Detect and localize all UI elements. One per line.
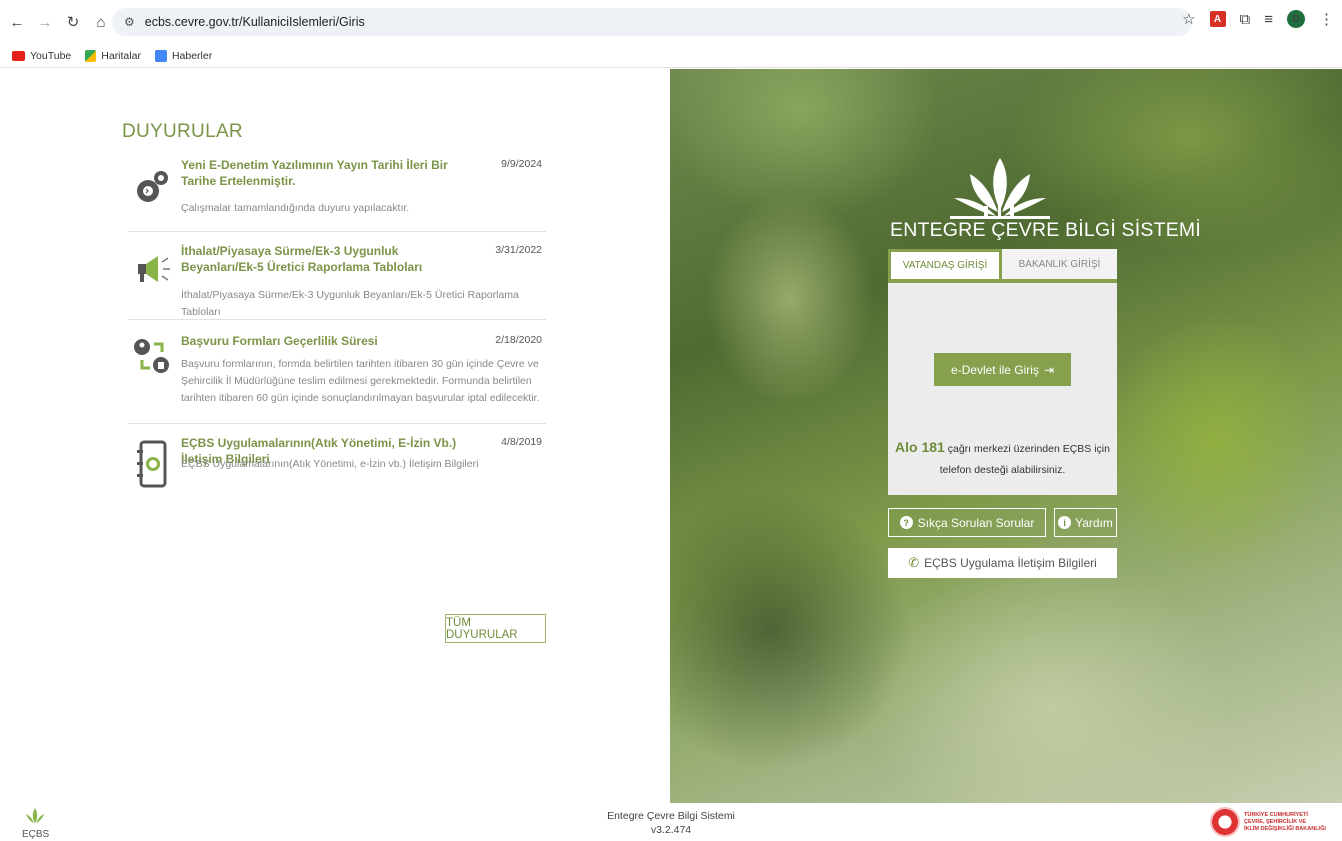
edevlet-login-button[interactable]: e-Devlet ile Giriş ⇥ [934, 353, 1071, 386]
youtube-icon [12, 50, 25, 61]
transfer-icon [134, 339, 169, 373]
tab-citizen-login[interactable]: VATANDAŞ GİRİŞİ [888, 249, 1002, 282]
bookmarks-bar: YouTube Haritalar Haberler [0, 44, 1342, 68]
login-tabs: BAKANLIK GİRİŞİ VATANDAŞ GİRİŞİ [888, 249, 1117, 283]
browser-toolbar: ← → ↻ ⌂ ⚙ ecbs.cevre.gov.tr/KullaniciIsl… [0, 0, 1342, 44]
faq-button[interactable]: ? Sıkça Sorulan Sorular [888, 508, 1046, 537]
phonebook-icon [137, 440, 167, 488]
contact-info-button[interactable]: ✆ EÇBS Uygulama İletişim Bilgileri [888, 548, 1117, 578]
announcement-item[interactable]: Başvuru Formları Geçerlilik Süresi 2/18/… [128, 320, 546, 424]
bookmark-haritalar[interactable]: Haritalar [85, 49, 141, 62]
footer-logo-text: EÇBS [22, 829, 50, 840]
tab-ministry-login[interactable]: BAKANLIK GİRİŞİ [1002, 249, 1117, 282]
announcement-desc: Başvuru formlarının, formda belirtilen t… [181, 358, 540, 404]
announcement-date: 3/31/2022 [495, 244, 542, 256]
footer-version: v3.2.474 [650, 824, 692, 836]
announcement-title[interactable]: Başvuru Formları Geçerlilik Süresi [181, 333, 471, 349]
ministry-seal-icon [1210, 807, 1240, 837]
news-icon [154, 49, 167, 62]
footer-leaf-icon [26, 808, 44, 823]
footer-ecbs-logo: EÇBS [22, 807, 50, 840]
ecbs-leaf-logo [950, 158, 1050, 219]
home-icon[interactable]: ⌂ [90, 11, 112, 33]
address-bar[interactable]: ⚙ ecbs.cevre.gov.tr/KullaniciIslemleri/G… [112, 8, 1192, 36]
profile-avatar[interactable]: D [1287, 10, 1305, 28]
login-panel: ENTEGRE ÇEVRE BİLGİ SİSTEMİ BAKANLIK GİR… [670, 69, 1342, 803]
reading-list-icon[interactable]: ≡ [1264, 11, 1273, 28]
footer-system-name: Entegre Çevre Bilgi Sistemi [607, 810, 735, 822]
footer: EÇBS Entegre Çevre Bilgi Sistemi v3.2.47… [0, 803, 1342, 841]
help-button[interactable]: i Yardım [1054, 508, 1117, 537]
bookmark-youtube[interactable]: YouTube [12, 50, 71, 62]
info-circle-icon: i [1058, 516, 1072, 529]
support-phone: Alo 181 [895, 439, 945, 455]
faq-label: Sıkça Sorulan Sorular [917, 515, 1035, 530]
announcement-desc: Çalışmalar tamamlandığında duyuru yapıla… [181, 202, 410, 214]
announcement-date: 4/8/2019 [501, 436, 542, 448]
footer-system-info: Entegre Çevre Bilgi Sistemi v3.2.474 [571, 809, 771, 837]
all-announcements-button[interactable]: TÜM DUYURULAR [445, 614, 546, 643]
support-text-line1: çağrı merkezi üzerinden EÇBS için [947, 443, 1110, 455]
announcement-item[interactable]: EÇBS Uygulamalarının(Atık Yönetimi, E-İz… [128, 424, 546, 504]
gears-icon [137, 171, 168, 202]
ministry-logo[interactable]: TÜRKİYE CUMHURİYETİ ÇEVRE, ŞEHİRCİLİK VE… [1210, 805, 1330, 839]
announcement-title[interactable]: İthalat/Piyasaya Sürme/Ek-3 Uygunluk Bey… [181, 243, 471, 275]
announcements-panel: DUYURULAR Yeni E-Denetim Yazılımının Yay… [0, 69, 670, 801]
system-title: ENTEGRE ÇEVRE BİLGİ SİSTEMİ [890, 219, 1201, 241]
site-info-icon[interactable]: ⚙ [124, 15, 135, 29]
bookmark-star-icon[interactable]: ☆ [1182, 10, 1195, 28]
url-text: ecbs.cevre.gov.tr/KullaniciIslemleri/Gir… [144, 15, 365, 29]
forward-icon[interactable]: → [34, 11, 56, 33]
megaphone-icon [138, 256, 170, 282]
announcement-date: 9/9/2024 [501, 158, 542, 170]
back-icon[interactable]: ← [6, 11, 28, 33]
question-circle-icon: ? [899, 516, 913, 529]
announcements-title: DUYURULAR [122, 121, 243, 142]
sign-in-icon: ⇥ [1043, 362, 1055, 377]
contact-info-label: EÇBS Uygulama İletişim Bilgileri [924, 556, 1097, 570]
reload-icon[interactable]: ↻ [62, 11, 84, 33]
support-text-line2: telefon desteği alabilirsiniz. [939, 464, 1066, 476]
phone-icon: ✆ [908, 555, 920, 570]
pdf-extension-icon[interactable]: A [1209, 11, 1226, 27]
edevlet-login-label: e-Devlet ile Giriş [950, 362, 1039, 377]
bookmark-haberler[interactable]: Haberler [154, 49, 212, 62]
announcement-date: 2/18/2020 [495, 334, 542, 346]
login-box: BAKANLIK GİRİŞİ VATANDAŞ GİRİŞİ e-Devlet… [888, 249, 1117, 495]
announcement-item[interactable]: İthalat/Piyasaya Sürme/Ek-3 Uygunluk Bey… [128, 232, 546, 320]
extensions-icon[interactable]: ⧉ [1240, 11, 1251, 28]
announcement-title[interactable]: Yeni E-Denetim Yazılımının Yayın Tarihi … [181, 157, 471, 189]
announcement-desc: EÇBS Uygulamalarının(Atık Yönetimi, e-İz… [181, 458, 479, 470]
menu-icon[interactable]: ⋮ [1319, 10, 1334, 28]
support-info: Alo 181 çağrı merkezi üzerinden EÇBS içi… [888, 437, 1117, 481]
maps-icon [85, 49, 97, 62]
help-label: Yardım [1075, 515, 1113, 530]
announcement-desc: İthalat/Piyasaya Sürme/Ek-3 Uygunluk Bey… [181, 289, 519, 318]
announcement-item[interactable]: Yeni E-Denetim Yazılımının Yayın Tarihi … [128, 155, 546, 232]
